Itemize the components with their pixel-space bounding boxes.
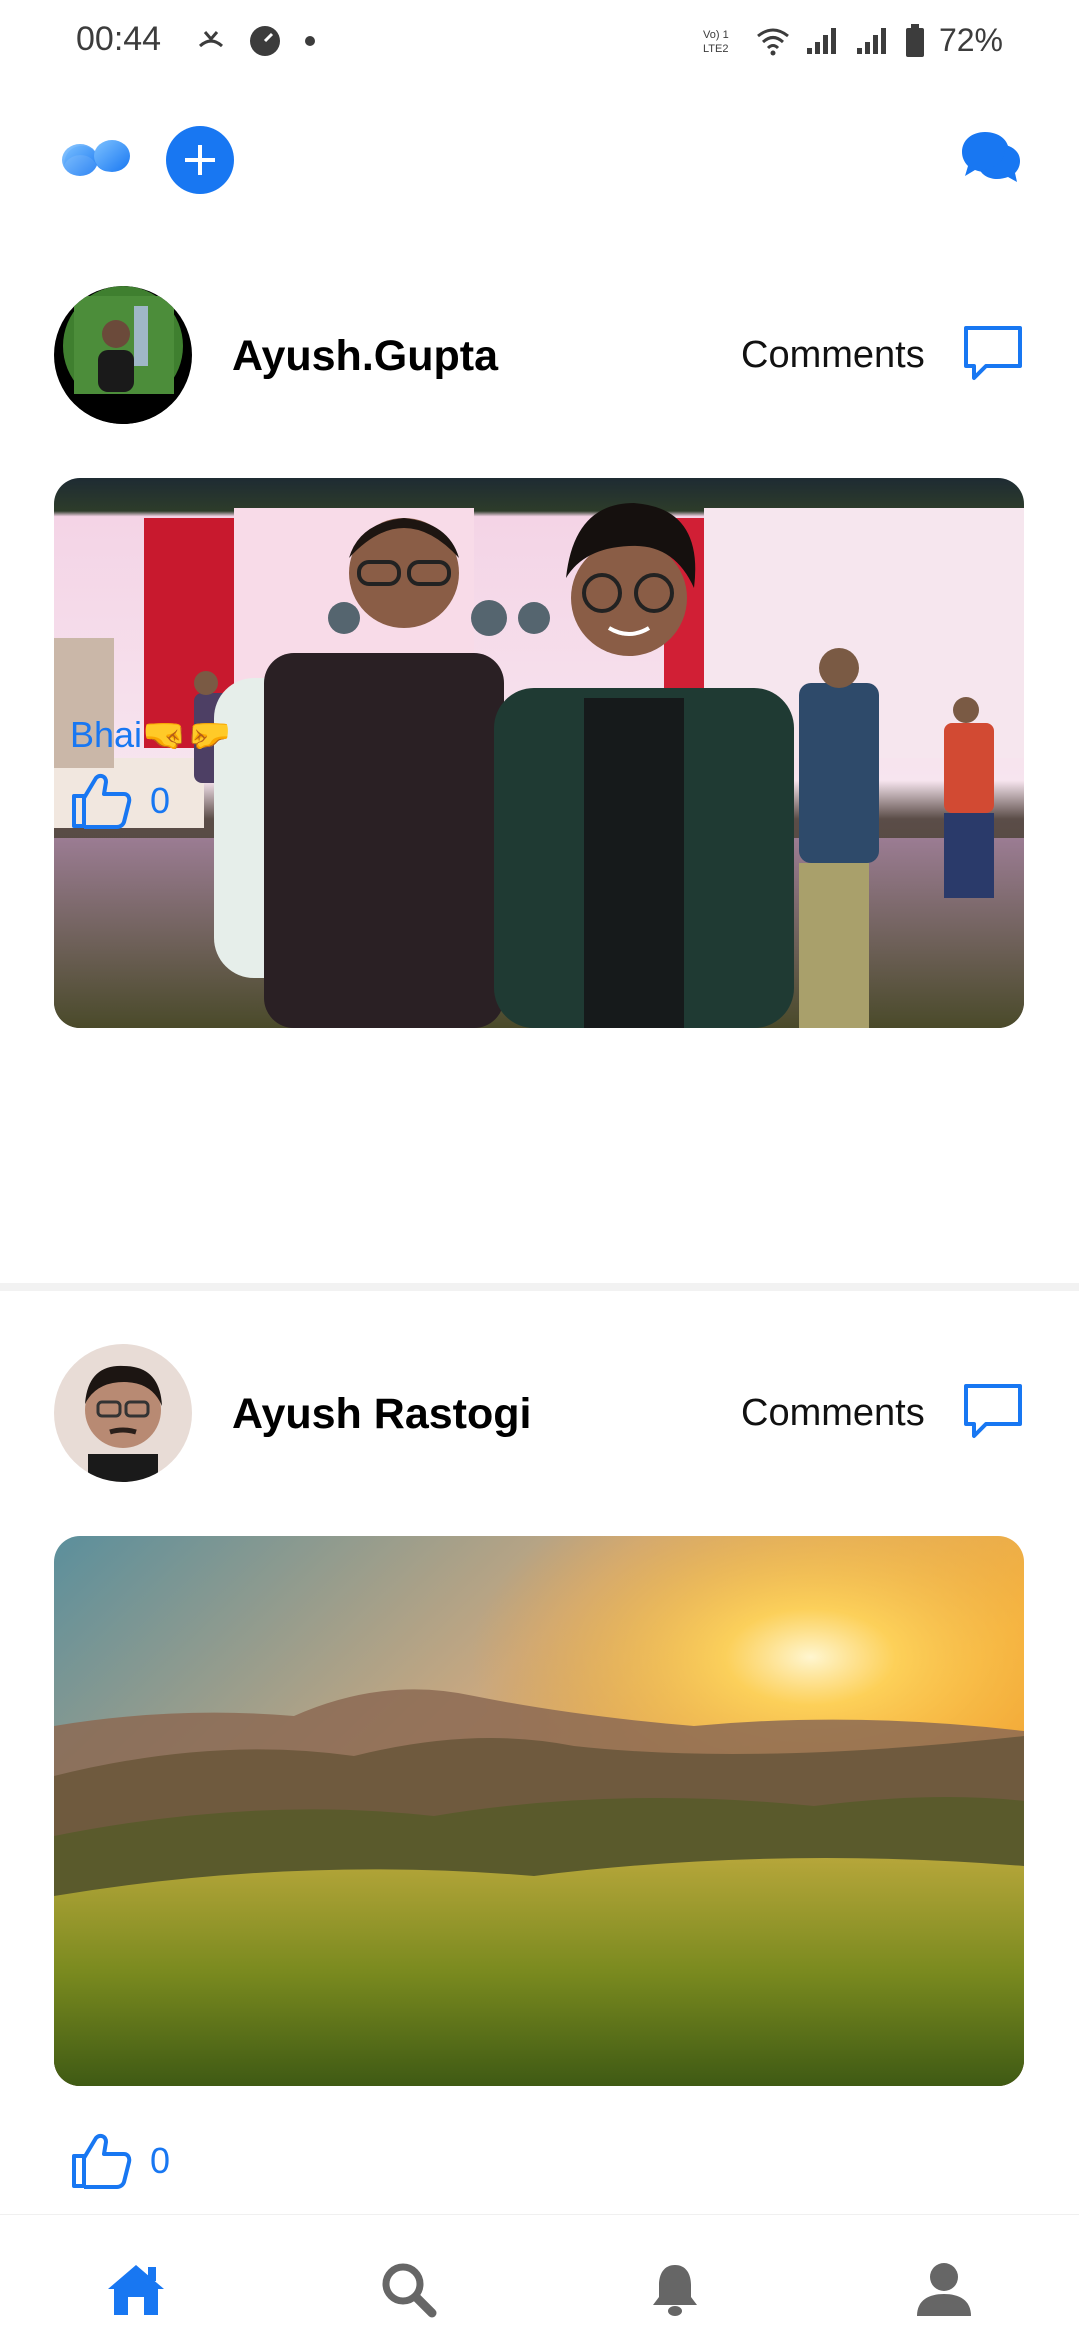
plus-icon [185, 145, 215, 175]
status-left-icons [196, 24, 316, 58]
app-logo-icon[interactable] [58, 130, 134, 191]
post-header: Ayush Rastogi Comments [0, 1344, 1079, 1484]
dot-icon [305, 36, 315, 46]
missed-call-icon [198, 31, 224, 48]
post-caption: Bhai🤜🤛 [70, 714, 232, 755]
svg-text:Vo) 1: Vo) 1 [703, 29, 729, 41]
comment-icon[interactable] [962, 1382, 1024, 1442]
signal-icon [856, 27, 886, 54]
battery-percentage: 72% [938, 22, 1003, 58]
svg-text:LTE2: LTE2 [703, 43, 728, 55]
like-row: 0 [70, 2132, 170, 2190]
nav-search[interactable] [376, 2257, 440, 2321]
search-icon [382, 2263, 437, 2318]
app-header [0, 120, 1079, 200]
post-divider [0, 1283, 1079, 1291]
bell-icon [653, 2265, 697, 2316]
post-header: Ayush.Gupta Comments [0, 286, 1079, 426]
signal-icon [806, 27, 836, 54]
post-username[interactable]: Ayush Rastogi [232, 1390, 531, 1439]
status-time: 00:44 [76, 20, 162, 58]
wifi-icon [757, 28, 789, 55]
avatar[interactable] [54, 1344, 192, 1482]
messages-button[interactable] [959, 126, 1023, 195]
comments-button[interactable]: Comments [741, 1392, 925, 1435]
comment-icon[interactable] [962, 324, 1024, 384]
speedometer-icon [250, 26, 280, 56]
battery-icon [905, 23, 924, 57]
post-username[interactable]: Ayush.Gupta [232, 332, 498, 381]
like-row: 0 [70, 772, 170, 830]
like-count: 0 [150, 2140, 171, 2181]
like-thumb-icon[interactable] [70, 772, 132, 830]
like-count: 0 [150, 780, 171, 821]
post-card: Ayush Rastogi Comments 0 [0, 1344, 1079, 2214]
home-icon [108, 2265, 164, 2315]
status-right-icons: Vo) 1 LTE2 72% [701, 22, 1003, 59]
profile-icon [917, 2263, 971, 2316]
status-bar: 00:44 Vo) 1 LTE2 72% [0, 0, 1079, 84]
nav-notifications[interactable] [643, 2257, 707, 2321]
add-post-button[interactable] [166, 126, 234, 194]
nav-profile[interactable] [912, 2257, 976, 2321]
post-image[interactable] [54, 1536, 1024, 2086]
post-card: Ayush.Gupta Comments Bhai🤜🤛 0 [0, 286, 1079, 1276]
avatar[interactable] [54, 286, 192, 424]
comments-button[interactable]: Comments [741, 334, 925, 377]
bottom-navigation [0, 2214, 1079, 2339]
volte-icon: Vo) 1 LTE2 [703, 29, 729, 55]
nav-home[interactable] [104, 2257, 168, 2321]
like-thumb-icon[interactable] [70, 2132, 132, 2190]
messenger-chat-icon [962, 132, 1020, 182]
